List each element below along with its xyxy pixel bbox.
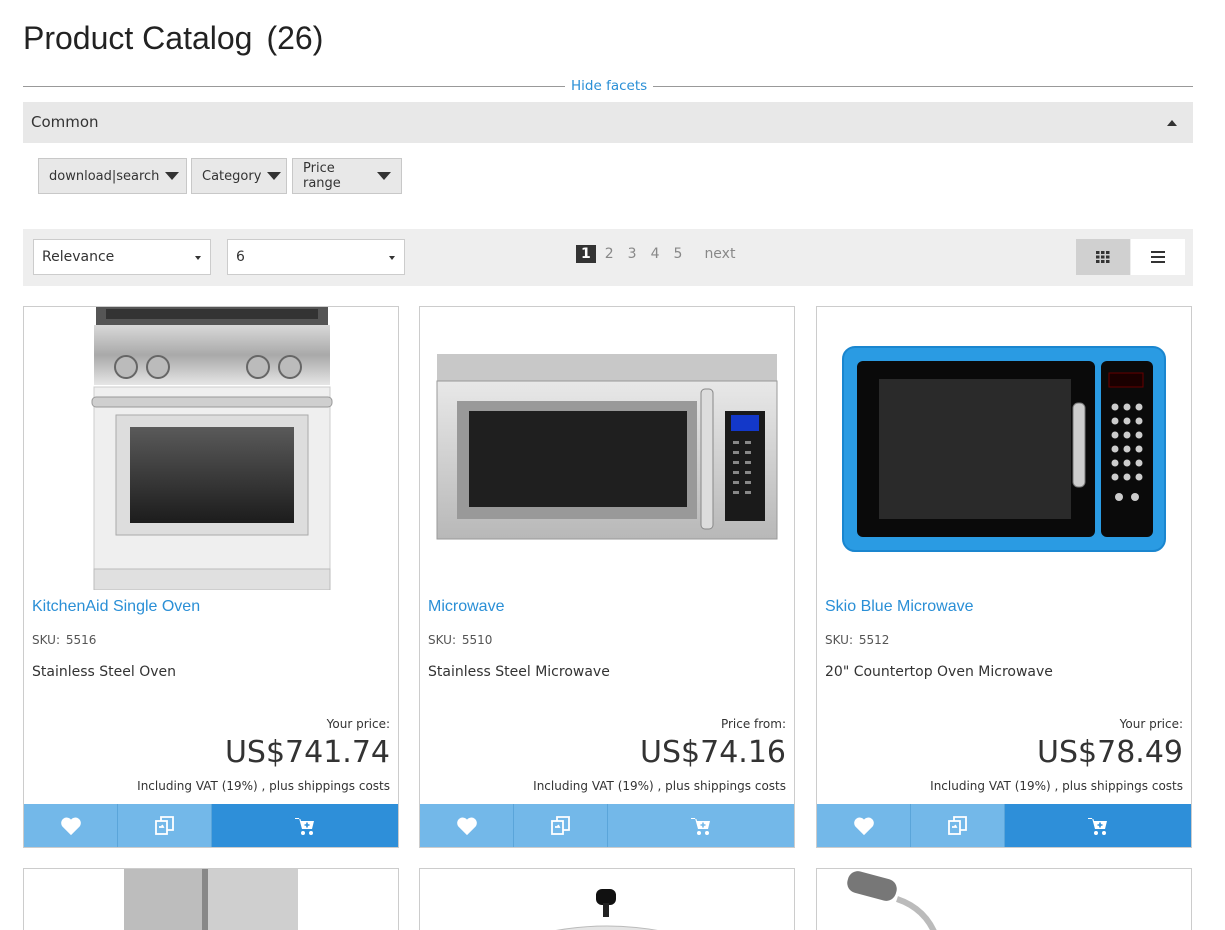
page-link-1[interactable]: 1 — [576, 245, 596, 263]
price-label: Your price: — [326, 717, 390, 731]
sku-label: SKU: — [428, 633, 456, 647]
pot-image[interactable] — [420, 869, 794, 930]
compare-icon — [154, 815, 174, 835]
price-label: Price from: — [720, 717, 786, 731]
page-title-text: Product Catalog — [23, 20, 253, 56]
chevron-down-icon — [267, 172, 282, 180]
compare-button[interactable] — [118, 804, 212, 847]
appliance-handle-image[interactable] — [817, 869, 1191, 930]
product-card[interactable] — [419, 868, 795, 930]
sort-select-value: Relevance — [42, 249, 115, 265]
product-sku: SKU: 5510 — [428, 633, 492, 647]
add-to-cart-icon — [691, 817, 710, 835]
heart-icon — [853, 817, 874, 835]
hide-facets-link[interactable]: Hide facets — [565, 78, 654, 94]
microwave-image[interactable] — [420, 307, 794, 590]
product-price: US$74.16 — [640, 735, 786, 770]
product-actions — [817, 804, 1191, 847]
fridge-image[interactable] — [24, 869, 398, 930]
blue-microwave-image[interactable] — [817, 307, 1191, 590]
oven-image[interactable] — [24, 307, 398, 590]
add-to-cart-button[interactable] — [608, 804, 794, 847]
product-card[interactable] — [23, 868, 399, 930]
facet-button-label: download|search — [49, 168, 160, 184]
product-description: 20" Countertop Oven Microwave — [825, 664, 1053, 680]
page-link-5[interactable]: 5 — [669, 245, 688, 263]
caret-down-icon — [389, 256, 395, 260]
product-card[interactable]: Skio Blue Microwave SKU: 5512 20" Counte… — [816, 306, 1192, 848]
product-card[interactable]: Microwave SKU: 5510 Stainless Steel Micr… — [419, 306, 795, 848]
product-sku: SKU: 5512 — [825, 633, 889, 647]
product-sku: SKU: 5516 — [32, 633, 96, 647]
sku-label: SKU: — [825, 633, 853, 647]
heart-icon — [60, 817, 81, 835]
facet-download-search-button[interactable]: download|search — [38, 158, 187, 194]
vat-note: Including VAT (19%) , plus shippings cos… — [137, 779, 390, 793]
product-price: US$741.74 — [224, 735, 390, 770]
results-toolbar: Relevance 6 1 2 3 4 5 next — [23, 229, 1193, 286]
page-link-4[interactable]: 4 — [646, 245, 665, 263]
add-to-favorites-button[interactable] — [24, 804, 118, 847]
compare-icon — [947, 815, 967, 835]
product-actions — [420, 804, 794, 847]
chevron-down-icon — [377, 172, 391, 180]
product-name-link[interactable]: KitchenAid Single Oven — [32, 598, 200, 616]
vat-note: Including VAT (19%) , plus shippings cos… — [533, 779, 786, 793]
add-to-cart-button[interactable] — [212, 804, 398, 847]
add-to-cart-button[interactable] — [1005, 804, 1191, 847]
facet-group-common[interactable]: Common — [23, 102, 1193, 143]
sku-label: SKU: — [32, 633, 60, 647]
add-to-cart-icon — [295, 817, 314, 835]
page-link-3[interactable]: 3 — [623, 245, 642, 263]
product-actions — [24, 804, 398, 847]
heart-icon — [456, 817, 477, 835]
compare-icon — [550, 815, 570, 835]
price-label: Your price: — [1119, 717, 1183, 731]
facet-group-label: Common — [31, 113, 99, 131]
add-to-favorites-button[interactable] — [817, 804, 911, 847]
sku-value: 5512 — [858, 633, 890, 647]
page-link-2[interactable]: 2 — [600, 245, 619, 263]
vat-note: Including VAT (19%) , plus shippings cos… — [930, 779, 1183, 793]
product-price: US$78.49 — [1037, 735, 1183, 770]
compare-button[interactable] — [514, 804, 608, 847]
list-view-icon — [1151, 251, 1165, 263]
product-description: Stainless Steel Microwave — [428, 664, 610, 680]
per-page-select-value: 6 — [236, 249, 245, 265]
product-description: Stainless Steel Oven — [32, 664, 176, 680]
product-name-link[interactable]: Microwave — [428, 598, 504, 616]
facet-category-button[interactable]: Category — [191, 158, 287, 194]
sku-value: 5510 — [461, 633, 493, 647]
result-count: (26) — [266, 20, 324, 56]
pagination: 1 2 3 4 5 next — [576, 245, 744, 263]
list-view-button[interactable] — [1131, 239, 1185, 275]
chevron-down-icon — [165, 172, 180, 180]
page-title: Product Catalog (26) — [23, 20, 323, 57]
facet-price-range-button[interactable]: Price range — [292, 158, 402, 194]
product-name-link[interactable]: Skio Blue Microwave — [825, 598, 974, 616]
add-to-cart-icon — [1088, 817, 1107, 835]
sort-select[interactable]: Relevance — [33, 239, 211, 275]
grid-view-button[interactable] — [1076, 239, 1130, 275]
page-link-next[interactable]: next — [699, 245, 740, 263]
facet-button-label: Category — [202, 168, 262, 184]
caret-up-icon — [1167, 120, 1177, 126]
sku-value: 5516 — [65, 633, 97, 647]
grid-view-icon — [1096, 251, 1110, 263]
facet-button-label: Price range — [303, 161, 341, 191]
product-card[interactable]: KitchenAid Single Oven SKU: 5516 Stainle… — [23, 306, 399, 848]
product-card[interactable] — [816, 868, 1192, 930]
compare-button[interactable] — [911, 804, 1005, 847]
caret-down-icon — [195, 256, 201, 260]
per-page-select[interactable]: 6 — [227, 239, 405, 275]
add-to-favorites-button[interactable] — [420, 804, 514, 847]
